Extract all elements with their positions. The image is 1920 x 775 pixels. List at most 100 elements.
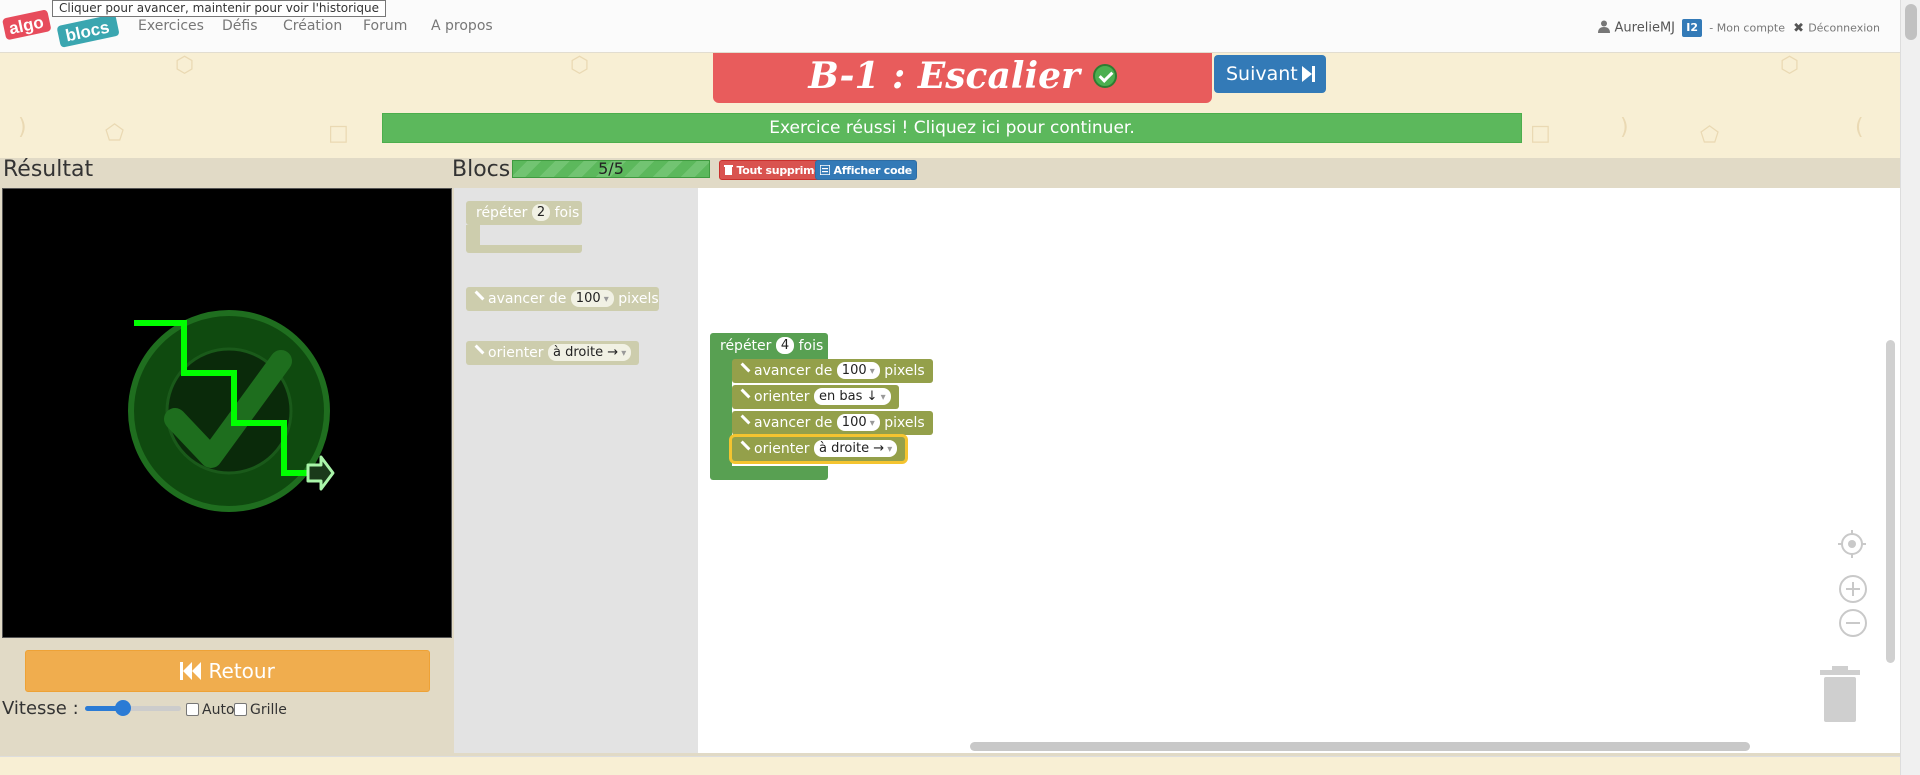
decor-hexagon: ⬡ <box>570 53 590 78</box>
program-repeat-count[interactable]: 4 <box>775 336 795 354</box>
toolbox-repeat-foot <box>466 245 582 253</box>
close-icon: ✖ <box>1793 20 1805 36</box>
show-code-label: Afficher code <box>833 164 913 177</box>
repeat-count-field[interactable]: 2 <box>531 203 551 221</box>
toolbox-orient-block[interactable]: orienter à droite → <box>466 341 640 365</box>
result-title: Résultat <box>3 157 94 182</box>
show-code-button[interactable]: Afficher code <box>815 160 917 180</box>
decor-arc: ) <box>18 115 27 140</box>
auto-checkbox[interactable] <box>186 703 199 716</box>
decor-arc: ( <box>1855 115 1864 140</box>
program-repeat-header: répéter 4 fois <box>710 334 823 358</box>
speed-label: Vitesse : <box>2 698 79 719</box>
decor-pentagon: ⬠ <box>105 121 125 146</box>
nav-forum[interactable]: Forum <box>363 18 407 34</box>
trash-can-icon[interactable] <box>1819 666 1861 722</box>
zoom-in-icon[interactable] <box>1838 574 1868 604</box>
nav-exercices[interactable]: Exercices <box>138 18 204 34</box>
program-repeat-foot <box>710 466 828 480</box>
program-repeat-label: répéter <box>720 338 772 354</box>
success-banner[interactable]: Exercice réussi ! Cliquez ici pour conti… <box>382 113 1522 143</box>
program-step-forward[interactable]: avancer de 100 pixels <box>732 411 933 435</box>
skip-forward-icon <box>1302 66 1315 82</box>
orient-direction-field[interactable]: à droite → <box>548 343 632 361</box>
forward-suffix: pixels <box>618 291 659 307</box>
program-repeat-suffix: fois <box>798 338 824 354</box>
step-value-field[interactable]: 100 <box>836 361 880 379</box>
trash-icon <box>724 165 733 175</box>
forward-label: avancer de <box>488 291 567 307</box>
page-scrollbar[interactable] <box>1900 0 1920 775</box>
back-button-label: Retour <box>208 659 275 683</box>
back-button[interactable]: Retour <box>25 650 430 692</box>
decor-pentagon: ⬠ <box>1700 123 1720 148</box>
blocks-progress: 5/5 <box>512 160 710 178</box>
header-band: ⬡ ⬡ ⬡ ⬠ ⬠ □ □ ) ) ( B-1 : Escalier Suiva… <box>0 53 1900 158</box>
grid-checkbox[interactable] <box>234 703 247 716</box>
step-label: orienter <box>754 389 810 405</box>
user-area: AurelieMJ I2 - Mon compte ✖ Déconnexion <box>1598 19 1880 37</box>
decor-hexagon: ⬡ <box>1780 53 1800 78</box>
step-value-field[interactable]: en bas ↓ <box>814 387 891 405</box>
nav-creation[interactable]: Création <box>283 18 342 34</box>
rewind-icon <box>180 662 202 680</box>
check-circle-icon <box>1092 64 1117 88</box>
pencil-icon <box>474 290 485 301</box>
forward-distance-field[interactable]: 100 <box>570 289 614 307</box>
repeat-suffix: fois <box>554 205 580 221</box>
nav-defis[interactable]: Défis <box>222 18 258 34</box>
workspace-vscrollbar[interactable] <box>1886 340 1895 663</box>
turtle-drawing <box>128 310 335 512</box>
toolbox-repeat-header: répéter 2 fois <box>466 201 582 225</box>
repeat-label: répéter <box>476 205 528 221</box>
nav-apropos[interactable]: A propos <box>431 18 493 34</box>
result-canvas[interactable] <box>2 188 452 638</box>
pencil-icon <box>740 414 751 425</box>
speed-slider[interactable] <box>85 706 181 711</box>
orient-label: orienter <box>488 345 544 361</box>
zoom-out-icon[interactable] <box>1838 608 1868 638</box>
auto-label: Auto <box>202 702 235 718</box>
workspace-hscrollbar[interactable] <box>970 742 1750 751</box>
step-label: orienter <box>754 441 810 457</box>
pencil-icon <box>740 362 751 373</box>
logout-link[interactable]: Déconnexion <box>1808 22 1880 35</box>
step-value-field[interactable]: à droite → <box>814 439 898 457</box>
next-button-label: Suivant <box>1226 63 1298 85</box>
blocks-workspace[interactable]: répéter 4 fois avancer de 100 pixels ori… <box>698 188 1900 753</box>
footer-strip <box>0 756 1900 775</box>
pencil-icon <box>740 388 751 399</box>
blocks-title: Blocs <box>452 157 511 182</box>
program-repeat-arm <box>710 358 732 468</box>
decor-square: □ <box>1530 121 1551 146</box>
next-button[interactable]: Suivant <box>1214 55 1326 93</box>
exercise-title: B-1 : Escalier <box>713 53 1212 103</box>
program-step-forward[interactable]: avancer de 100 pixels <box>732 359 933 383</box>
exercise-title-text: B-1 : Escalier <box>808 55 1081 97</box>
level-badge: I2 <box>1682 19 1703 37</box>
step-suffix: pixels <box>884 363 925 379</box>
program-step-orient[interactable]: orienter en bas ↓ <box>732 385 899 409</box>
program-step-orient-selected[interactable]: orienter à droite → <box>732 437 906 461</box>
decor-hexagon: ⬡ <box>175 53 195 78</box>
logo-text-algo: algo <box>7 12 45 38</box>
user-icon <box>1598 20 1611 33</box>
step-label: avancer de <box>754 415 833 431</box>
toolbox-forward-block[interactable]: avancer de 100 pixels <box>466 287 659 311</box>
grid-label: Grille <box>250 702 287 718</box>
username-link[interactable]: AurelieMJ <box>1615 21 1675 36</box>
page-scrollbar-thumb[interactable] <box>1905 4 1917 40</box>
account-link[interactable]: - Mon compte <box>1709 22 1785 35</box>
delete-all-label: Tout supprimer <box>736 164 827 177</box>
step-suffix: pixels <box>884 415 925 431</box>
step-label: avancer de <box>754 363 833 379</box>
list-icon <box>819 164 831 176</box>
decor-square: □ <box>328 121 349 146</box>
pencil-icon <box>740 440 751 451</box>
pencil-icon <box>474 344 485 355</box>
toolbox-repeat-arm <box>466 225 480 247</box>
tooltip: Cliquer pour avancer, maintenir pour voi… <box>52 0 387 17</box>
recenter-icon[interactable] <box>1837 529 1867 559</box>
decor-arc: ) <box>1620 115 1629 140</box>
step-value-field[interactable]: 100 <box>836 413 880 431</box>
